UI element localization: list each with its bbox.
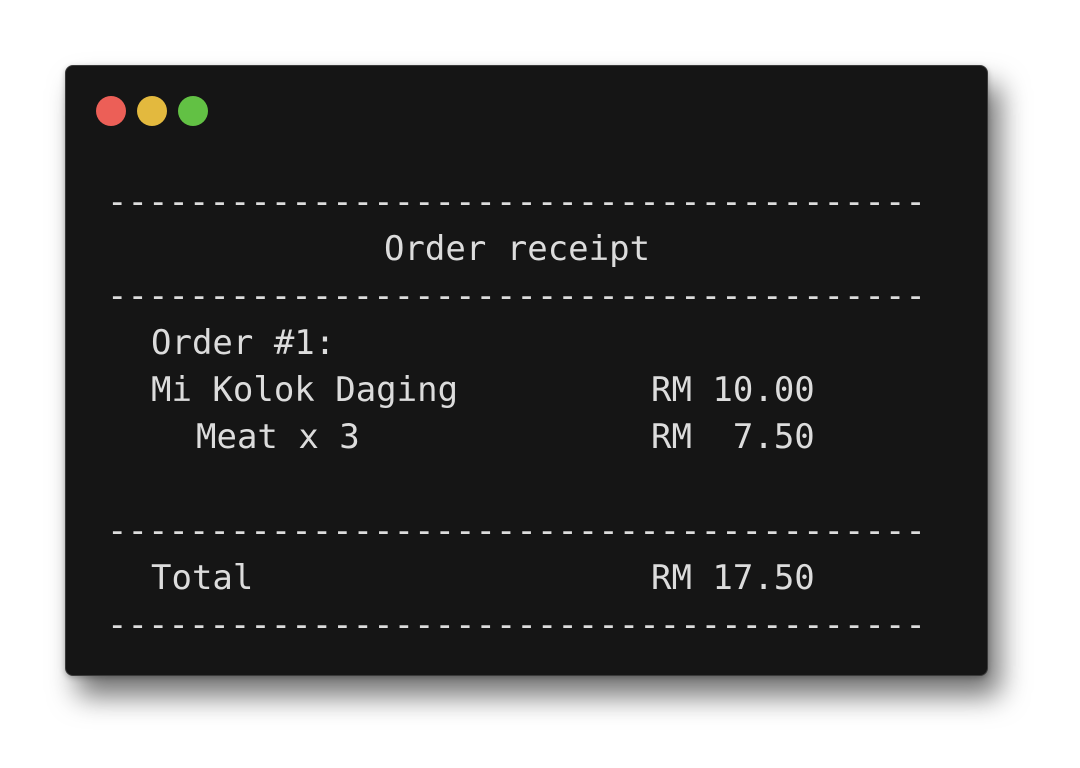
minimize-button[interactable] — [137, 96, 167, 126]
total-value: RM 17.50 — [651, 558, 815, 598]
total-row: Total RM 17.50 — [107, 555, 927, 602]
item-name: Mi Kolok Daging — [151, 370, 459, 410]
divider-total: ----------------------------------------… — [107, 511, 927, 551]
line-item: Mi Kolok Daging RM 10.00 — [107, 367, 927, 414]
item-price: RM 7.50 — [651, 417, 815, 457]
divider-header: ----------------------------------------… — [107, 276, 927, 316]
order-label: Order #1: — [151, 323, 336, 363]
item-price: RM 10.00 — [651, 370, 815, 410]
terminal-window: ----------------------------------------… — [65, 65, 988, 676]
item-name: Meat x 3 — [196, 417, 360, 457]
line-item: Meat x 3 RM 7.50 — [107, 414, 927, 461]
total-label: Total — [151, 558, 254, 598]
receipt-title: Order receipt — [383, 229, 651, 269]
window-controls — [96, 96, 208, 126]
receipt-title-row: Order receipt — [107, 226, 927, 273]
maximize-button[interactable] — [178, 96, 208, 126]
order-label-row: Order #1: — [107, 320, 927, 367]
divider-top: ----------------------------------------… — [107, 182, 927, 222]
close-button[interactable] — [96, 96, 126, 126]
divider-bottom: ----------------------------------------… — [107, 605, 927, 645]
receipt-output: ----------------------------------------… — [107, 179, 927, 649]
